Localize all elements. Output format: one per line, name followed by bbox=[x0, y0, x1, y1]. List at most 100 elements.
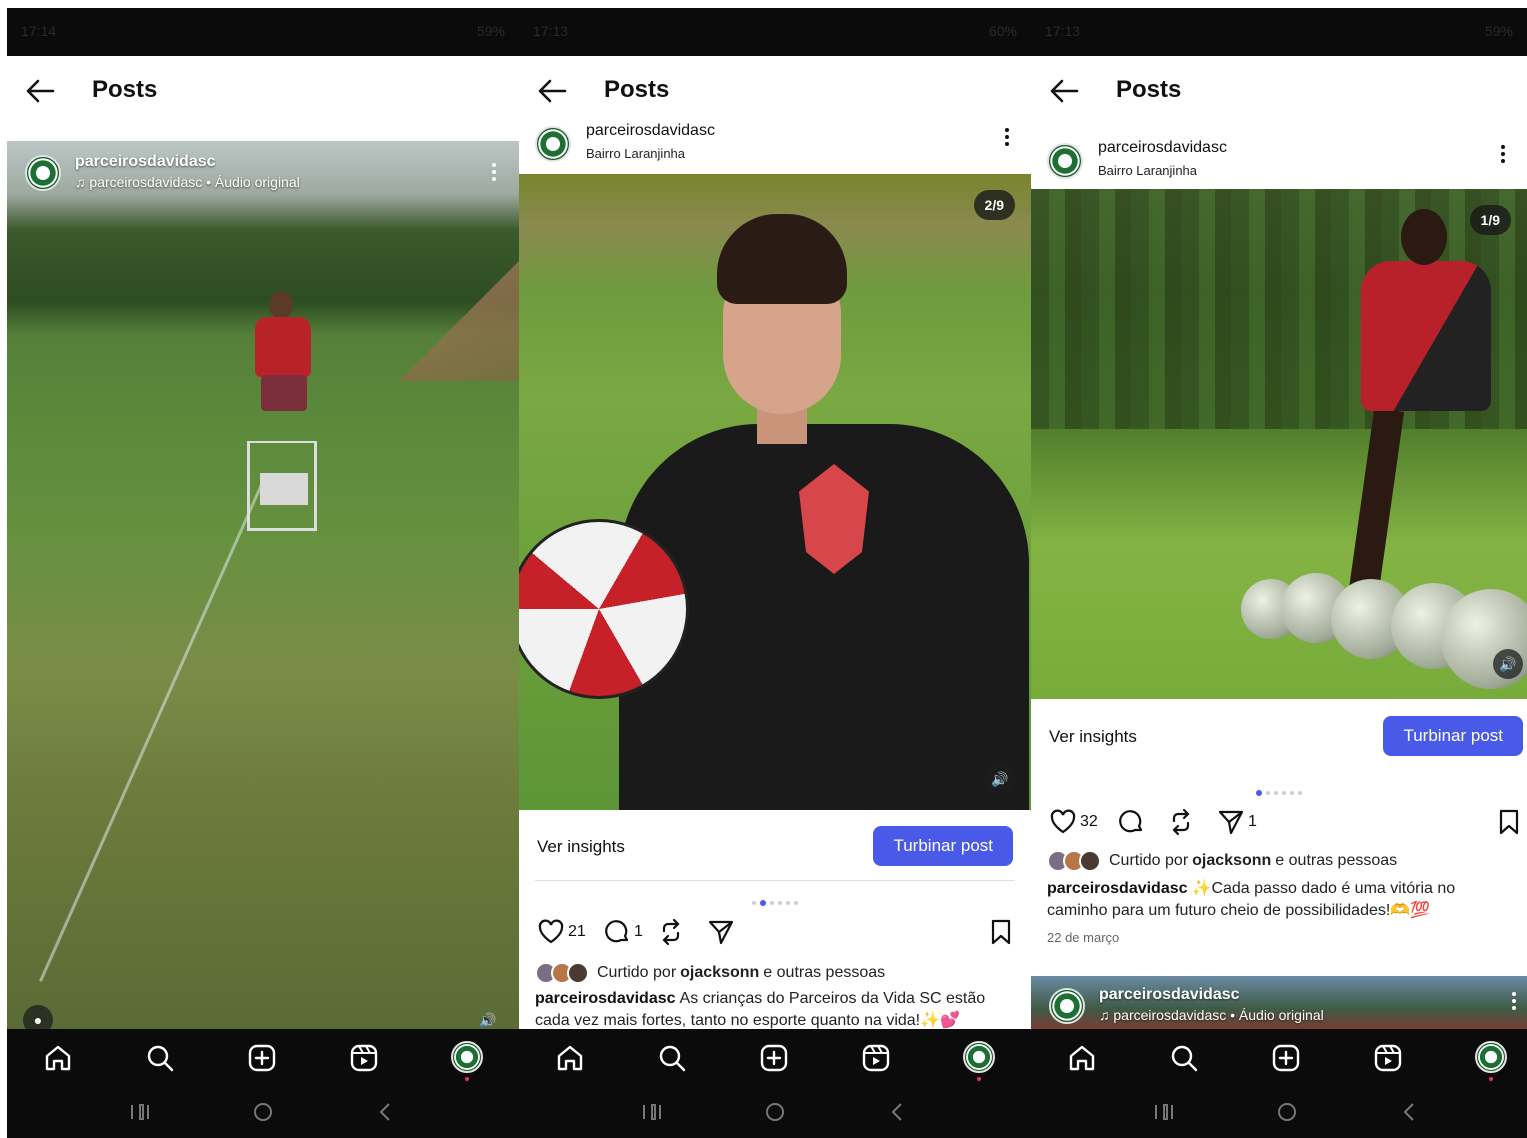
reel-audio-label: parceirosdavidasc • Áudio original bbox=[89, 174, 300, 190]
search-icon[interactable] bbox=[1168, 1042, 1200, 1074]
post-location[interactable]: Bairro Laranjinha bbox=[586, 146, 685, 161]
search-icon[interactable] bbox=[144, 1042, 176, 1074]
reel-video[interactable]: parceirosdavidasc ♫ parceirosdavidasc • … bbox=[7, 141, 519, 1029]
create-icon[interactable] bbox=[758, 1042, 790, 1074]
liker-avatars bbox=[535, 962, 589, 984]
view-insights-link[interactable]: Ver insights bbox=[1049, 727, 1137, 747]
photo-athlete bbox=[1341, 209, 1521, 609]
next-post-preview[interactable]: parceirosdavidasc ♫ parceirosdavidasc • … bbox=[1031, 976, 1527, 1030]
post-photo[interactable]: 1/9 🔊 bbox=[1031, 189, 1527, 699]
status-time: 17:13 bbox=[533, 23, 569, 39]
system-back-icon[interactable] bbox=[1397, 1101, 1423, 1123]
phone-screen-1: 17:14 59% Posts parceirosdavidasc ♫ parc… bbox=[7, 8, 519, 1138]
video-field-line bbox=[39, 477, 266, 982]
system-navigation-bar bbox=[1031, 1087, 1527, 1138]
insights-row: Ver insights Turbinar post bbox=[519, 818, 1031, 874]
share-button[interactable]: 1 bbox=[1217, 806, 1257, 838]
boost-post-button[interactable]: Turbinar post bbox=[873, 826, 1013, 866]
home-icon[interactable] bbox=[42, 1042, 74, 1074]
reels-icon[interactable] bbox=[860, 1042, 892, 1074]
reels-icon[interactable] bbox=[348, 1042, 380, 1074]
system-back-icon[interactable] bbox=[373, 1101, 399, 1123]
recent-apps-icon[interactable] bbox=[1151, 1101, 1177, 1123]
tagged-people-icon[interactable]: ● bbox=[23, 1005, 53, 1029]
heart-icon bbox=[538, 919, 564, 944]
like-button[interactable]: 21 bbox=[537, 916, 586, 948]
home-icon[interactable] bbox=[554, 1042, 586, 1074]
comment-icon bbox=[1119, 810, 1143, 833]
more-options-icon[interactable] bbox=[1003, 128, 1011, 149]
next-post-author: parceirosdavidasc ♫ parceirosdavidasc • … bbox=[1099, 986, 1324, 1023]
notification-dot bbox=[977, 1077, 981, 1081]
caption-username[interactable]: parceirosdavidasc bbox=[1047, 880, 1188, 897]
share-button[interactable] bbox=[707, 916, 735, 948]
recent-apps-icon[interactable] bbox=[639, 1101, 665, 1123]
profile-avatar[interactable] bbox=[963, 1041, 995, 1073]
more-options-icon[interactable] bbox=[491, 163, 497, 185]
reels-icon[interactable] bbox=[1372, 1042, 1404, 1074]
volume-icon[interactable]: 🔊 bbox=[985, 764, 1015, 794]
profile-avatar[interactable] bbox=[1475, 1041, 1507, 1073]
phone-screen-2: 17:13 60% Posts parceirosdavidasc Bairro… bbox=[519, 8, 1031, 1138]
heart-icon bbox=[1050, 809, 1076, 834]
liked-prefix: Curtido por bbox=[1109, 852, 1189, 869]
repost-button[interactable] bbox=[657, 916, 685, 948]
send-icon bbox=[708, 920, 734, 945]
post-location[interactable]: Bairro Laranjinha bbox=[1098, 163, 1197, 178]
home-circle-icon[interactable] bbox=[762, 1101, 788, 1123]
volume-icon[interactable]: 🔊 bbox=[1493, 649, 1523, 679]
view-insights-link[interactable]: Ver insights bbox=[537, 837, 625, 857]
reel-author-avatar[interactable] bbox=[25, 155, 61, 191]
home-circle-icon[interactable] bbox=[250, 1101, 276, 1123]
repost-button[interactable] bbox=[1167, 806, 1195, 838]
reel-username[interactable]: parceirosdavidasc bbox=[75, 153, 300, 171]
post-actions: 21 1 bbox=[519, 912, 1031, 952]
reel-audio[interactable]: ♫ parceirosdavidasc • Áudio original bbox=[75, 174, 300, 190]
system-back-icon[interactable] bbox=[885, 1101, 911, 1123]
page-title: Posts bbox=[1116, 76, 1182, 103]
create-icon[interactable] bbox=[246, 1042, 278, 1074]
back-arrow-icon[interactable] bbox=[25, 78, 55, 104]
post-author-avatar[interactable] bbox=[535, 126, 571, 162]
page-header: Posts bbox=[1031, 56, 1527, 126]
status-bar: 17:13 60% bbox=[519, 8, 1031, 56]
volume-icon[interactable]: 🔊 bbox=[473, 1005, 503, 1029]
comment-button[interactable]: 1 bbox=[603, 916, 643, 948]
status-time: 17:14 bbox=[21, 23, 57, 39]
more-options-icon[interactable] bbox=[1511, 992, 1517, 1014]
home-icon[interactable] bbox=[1066, 1042, 1098, 1074]
liked-by[interactable]: Curtido por ojacksonn e outras pessoas bbox=[1047, 848, 1517, 874]
liked-user[interactable]: ojacksonn bbox=[680, 964, 759, 982]
next-post-avatar[interactable] bbox=[1049, 988, 1085, 1024]
next-post-username[interactable]: parceirosdavidasc bbox=[1099, 986, 1324, 1004]
post-author-avatar[interactable] bbox=[1047, 143, 1083, 179]
next-post-audio[interactable]: ♫ parceirosdavidasc • Áudio original bbox=[1099, 1007, 1324, 1023]
bookmark-icon bbox=[1499, 809, 1519, 835]
search-icon[interactable] bbox=[656, 1042, 688, 1074]
save-button[interactable] bbox=[987, 916, 1015, 948]
page-title: Posts bbox=[92, 76, 158, 103]
save-button[interactable] bbox=[1495, 806, 1523, 838]
status-battery: 60% bbox=[988, 23, 1017, 39]
home-circle-icon[interactable] bbox=[1274, 1101, 1300, 1123]
post-photo[interactable]: 2/9 🔊 bbox=[519, 174, 1031, 810]
boost-post-button[interactable]: Turbinar post bbox=[1383, 716, 1523, 756]
liked-by[interactable]: Curtido por ojacksonn e outras pessoas bbox=[535, 960, 1021, 986]
recent-apps-icon[interactable] bbox=[127, 1101, 153, 1123]
create-icon[interactable] bbox=[1270, 1042, 1302, 1074]
back-arrow-icon[interactable] bbox=[1049, 78, 1079, 104]
status-time: 17:13 bbox=[1045, 23, 1081, 39]
comment-button[interactable] bbox=[1117, 806, 1145, 838]
more-options-icon[interactable] bbox=[1499, 145, 1507, 166]
like-button[interactable]: 32 bbox=[1049, 806, 1098, 838]
liked-user[interactable]: ojacksonn bbox=[1192, 852, 1271, 870]
page-title: Posts bbox=[604, 76, 670, 103]
post-username[interactable]: parceirosdavidasc bbox=[586, 122, 715, 140]
share-count: 1 bbox=[1248, 813, 1257, 830]
system-navigation-bar bbox=[519, 1087, 1031, 1138]
post-username[interactable]: parceirosdavidasc bbox=[1098, 139, 1227, 157]
profile-avatar[interactable] bbox=[451, 1041, 483, 1073]
caption-username[interactable]: parceirosdavidasc bbox=[535, 990, 676, 1007]
back-arrow-icon[interactable] bbox=[537, 78, 567, 104]
repost-icon bbox=[662, 918, 680, 946]
